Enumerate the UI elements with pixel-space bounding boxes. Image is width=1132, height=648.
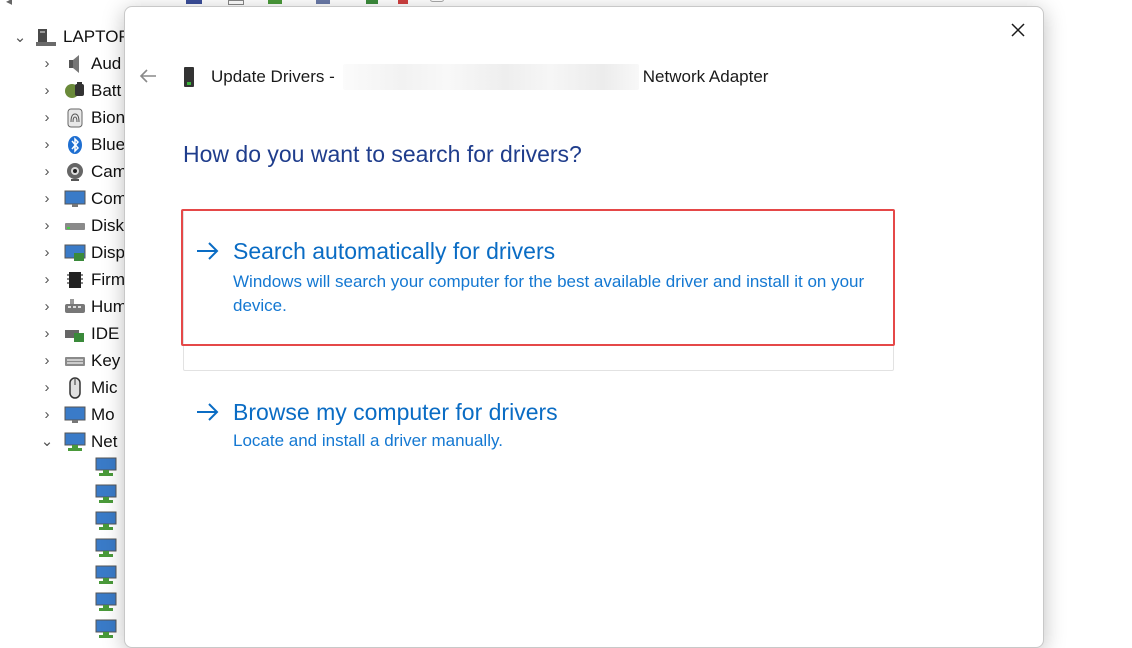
dialog-title: Update Drivers - Network Adapter [183,64,769,90]
chevron-right-icon[interactable]: › [40,299,54,314]
chevron-right-icon[interactable]: › [40,218,54,233]
update-drivers-dialog: Update Drivers - Network Adapter How do … [124,6,1044,648]
chevron-right-icon[interactable]: › [40,353,54,368]
tree-item-batteries[interactable]: › Batt [40,77,122,104]
close-button[interactable] [1003,15,1033,45]
tree-item-audio[interactable]: › Aud [40,50,121,77]
toolbar-icon[interactable] [366,0,378,4]
bluetooth-icon [64,135,86,155]
tree-item-biometric[interactable]: › Bion [40,104,125,131]
network-adapter-icon[interactable] [94,538,118,558]
network-adapter-icon[interactable] [94,457,118,477]
keyboard-icon [64,351,86,371]
mouse-icon [64,376,86,399]
chevron-right-icon[interactable]: › [40,245,54,260]
chevron-down-icon[interactable]: ⌄ [40,434,54,449]
chevron-right-icon[interactable]: › [40,191,54,206]
tree-root-label: LAPTOP [63,27,130,46]
monitor-icon [64,405,86,425]
network-adapter-icon[interactable] [94,565,118,585]
disk-drive-icon [64,216,86,236]
chevron-right-icon[interactable]: › [40,380,54,395]
display-adapter-icon [64,243,86,263]
tree-item-disk-drives[interactable]: › Disk [40,212,125,239]
arrow-left-icon [139,69,156,83]
chevron-right-icon[interactable]: › [40,272,54,287]
firmware-icon [64,270,86,290]
dialog-title-prefix: Update Drivers - [211,67,335,86]
chevron-right-icon[interactable]: › [40,110,54,125]
redacted-device-name [342,64,639,90]
toolbar-icon[interactable] [228,0,244,5]
chevron-right-icon[interactable]: › [40,407,54,422]
tree-item-firmware[interactable]: › Firm [40,266,125,293]
fingerprint-icon [64,108,86,128]
tree-item-monitors[interactable]: › Mo [40,401,115,428]
toolbar-icon[interactable] [186,0,202,4]
ide-controller-icon [64,324,86,344]
battery-icon [64,81,86,101]
chevron-right-icon[interactable]: › [40,137,54,152]
option-title: Browse my computer for drivers [233,399,558,425]
tree-item-keyboards[interactable]: › Key [40,347,121,374]
tree-item-mice[interactable]: › Mic [40,374,117,401]
chevron-right-icon[interactable]: › [40,56,54,71]
tree-root[interactable]: ⌄ LAPTOP [10,24,130,50]
chevron-right-icon[interactable]: › [40,83,54,98]
back-button[interactable] [135,63,161,89]
arrow-right-icon [197,242,219,260]
arrow-right-icon [197,403,219,421]
option-description: Locate and install a driver manually. [233,431,503,450]
network-adapter-icon[interactable] [94,619,118,639]
computer-icon [36,27,58,47]
hid-icon [64,297,86,317]
toolbar-icon[interactable] [430,0,444,2]
chevron-right-icon[interactable]: › [40,164,54,179]
tree-item-cameras[interactable]: › Cam [40,158,127,185]
back-icon[interactable]: ◂ [6,0,12,6]
tree-item-hid[interactable]: › Hum [40,293,127,320]
tree-item-display-adapters[interactable]: › Disp [40,239,126,266]
speaker-icon [64,54,86,74]
network-adapter-icon [64,432,86,452]
tree-item-network-adapters[interactable]: ⌄ Net [40,428,117,455]
computer-icon [64,189,86,209]
toolbar-icon[interactable] [268,0,282,4]
chevron-down-icon[interactable]: ⌄ [10,28,30,46]
tree-item-computer[interactable]: › Com [40,185,127,212]
network-adapter-icon[interactable] [94,592,118,612]
network-adapter-icon[interactable] [94,511,118,531]
browse-computer-option[interactable]: Browse my computer for drivers Locate an… [183,391,891,467]
tree-item-bluetooth[interactable]: › Blue [40,131,125,158]
tree-item-ide[interactable]: › IDE [40,320,120,347]
dialog-title-suffix: Network Adapter [642,67,769,86]
option-description: Windows will search your computer for th… [233,272,865,315]
chevron-right-icon[interactable]: › [40,326,54,341]
toolbar-icon[interactable] [398,0,408,4]
close-icon [1011,23,1025,37]
dialog-question: How do you want to search for drivers? [183,141,582,167]
search-automatically-option[interactable]: Search automatically for drivers Windows… [183,210,891,348]
option-title: Search automatically for drivers [233,238,556,264]
network-device-icon [183,66,199,88]
camera-icon [64,162,86,182]
network-adapter-icon[interactable] [94,484,118,504]
toolbar-icon[interactable] [316,0,330,4]
